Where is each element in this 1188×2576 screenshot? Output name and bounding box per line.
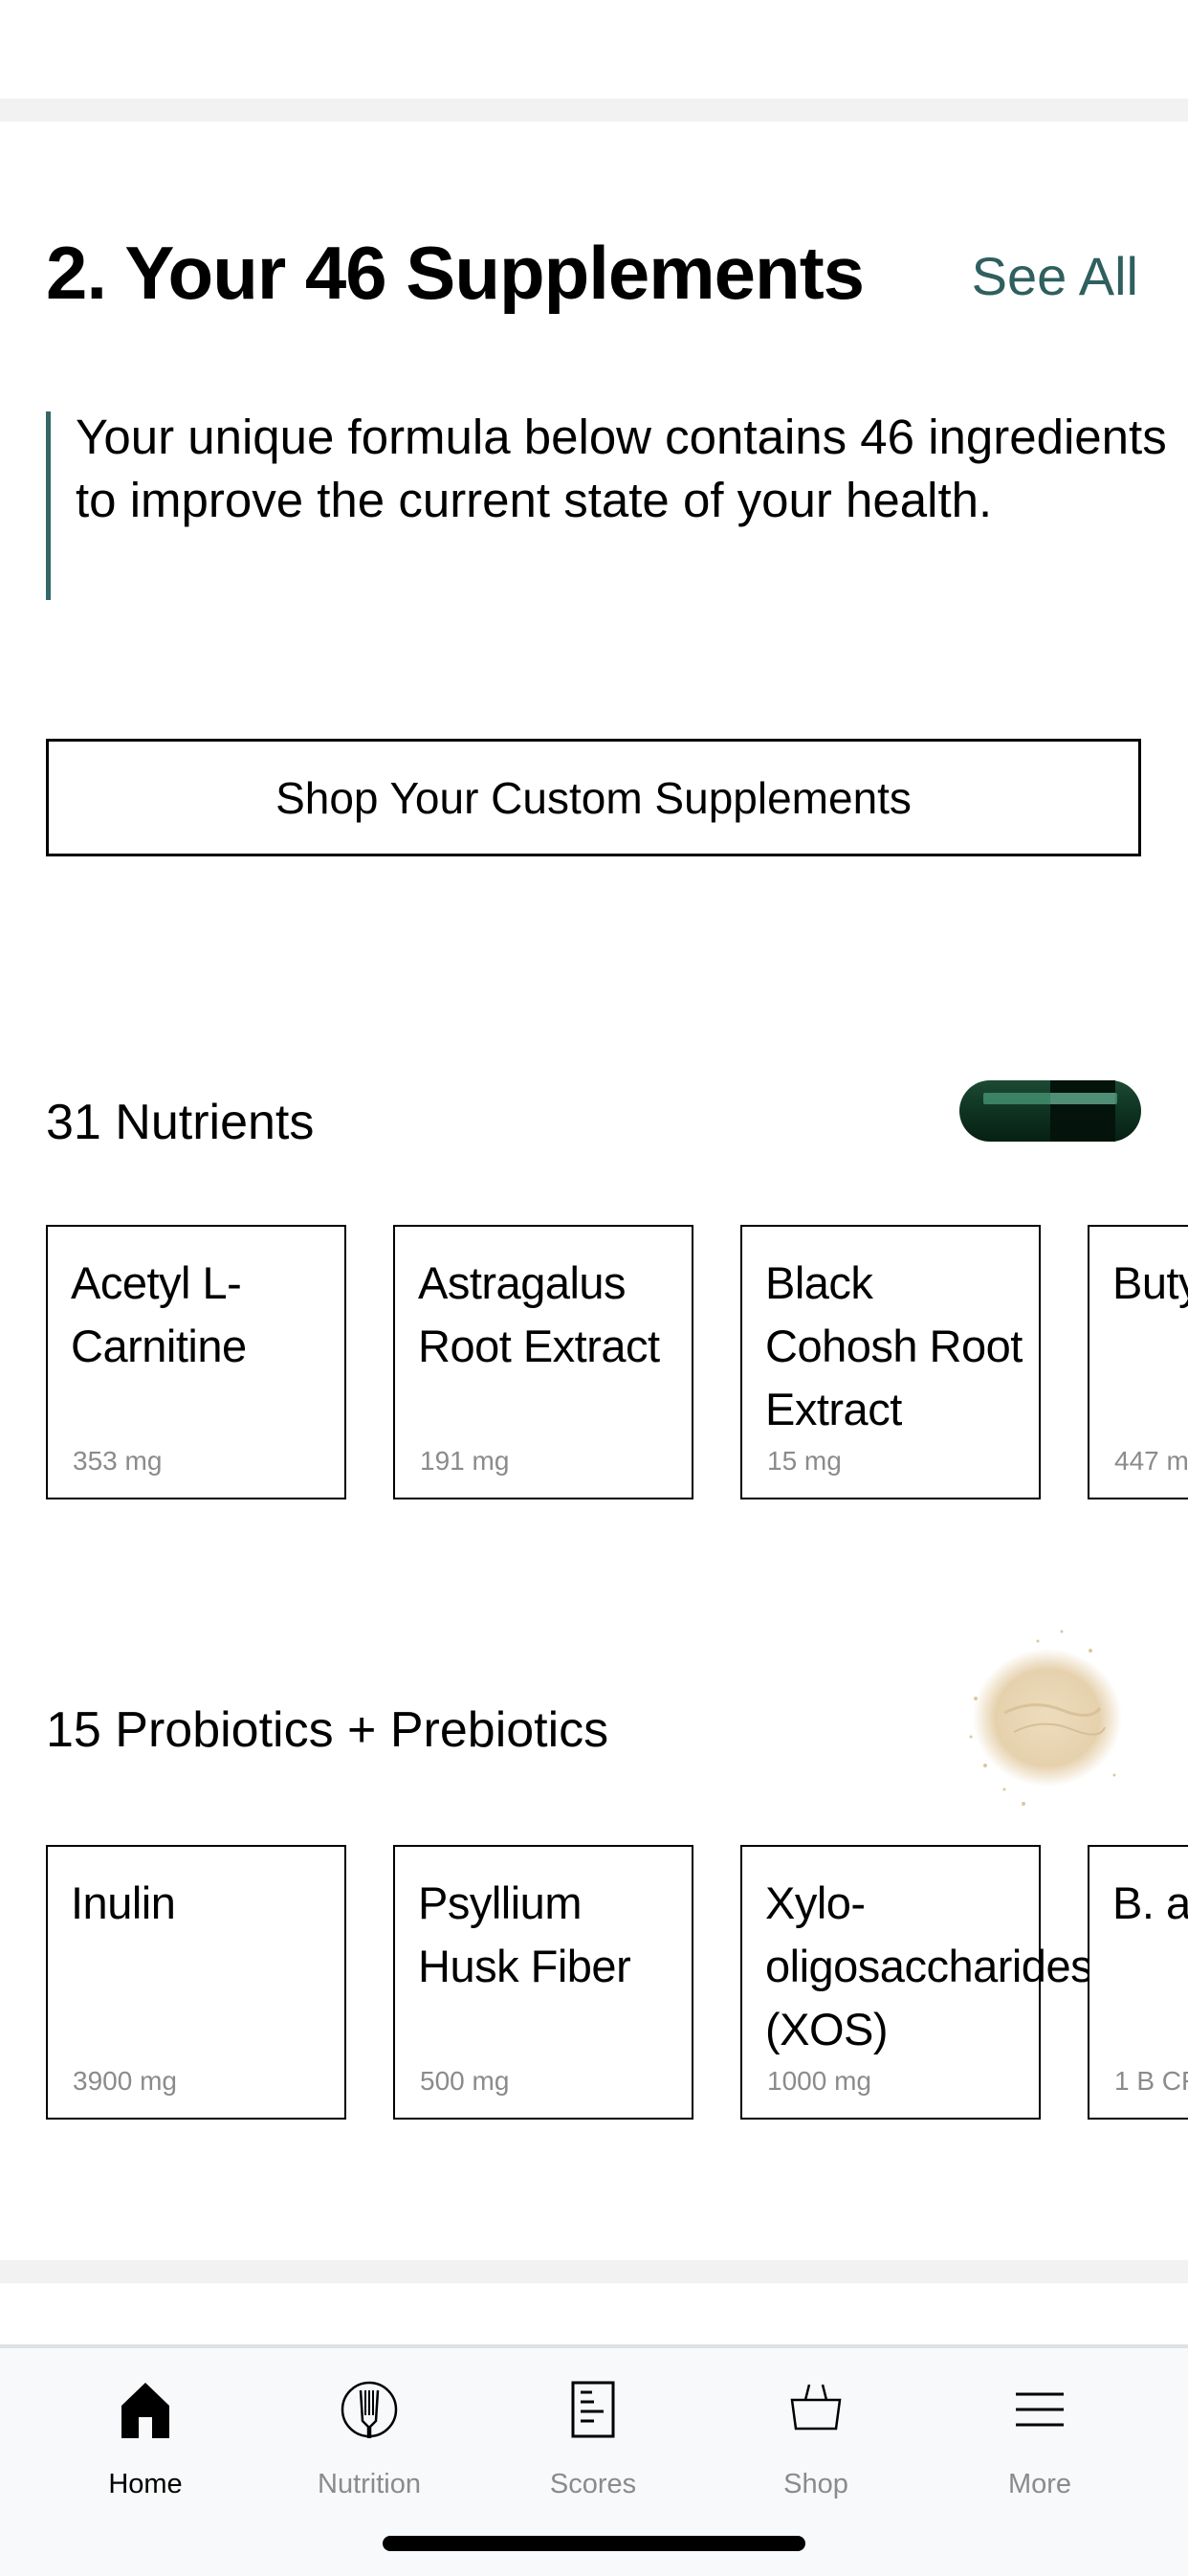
probiotics-title: 15 Probiotics + Prebiotics xyxy=(46,1702,609,1758)
probiotic-card[interactable]: Xylo-oligosaccharides (XOS) 1000 mg xyxy=(740,1845,1093,2120)
probiotic-dose: 1000 mg xyxy=(767,2066,871,2096)
basket-icon xyxy=(790,2384,842,2431)
document-icon xyxy=(571,2381,615,2438)
probiotic-dose: 1 B CF xyxy=(1114,2066,1188,2096)
nutrient-dose: 447 m xyxy=(1114,1446,1188,1476)
tab-home[interactable]: Home xyxy=(50,2377,241,2499)
fork-plate-icon xyxy=(341,2381,398,2438)
section-divider xyxy=(0,99,1188,122)
tab-nutrition-label: Nutrition xyxy=(318,2469,421,2499)
tab-shop-label: Shop xyxy=(783,2469,848,2499)
nutrients-title: 31 Nutrients xyxy=(46,1095,315,1150)
probiotics-carousel[interactable]: Inulin 3900 mg Psyllium Husk Fiber 500 m… xyxy=(0,1845,1188,2122)
nutrient-dose: 353 mg xyxy=(73,1446,163,1476)
nutrients-carousel[interactable]: Acetyl L-Carnitine 353 mg Astragalus Roo… xyxy=(0,1225,1188,1502)
formula-description-text: Your unique formula below contains 46 in… xyxy=(76,410,1167,527)
formula-description: Your unique formula below contains 46 in… xyxy=(46,410,1170,600)
probiotic-name: B. a ssp B42 xyxy=(1112,1877,1188,1928)
probiotic-card[interactable]: B. a ssp B42 1 B CF xyxy=(1088,1845,1188,2120)
probiotic-name: Psyllium Husk Fiber xyxy=(418,1877,631,1991)
probiotic-name: Inulin xyxy=(71,1877,176,1928)
menu-icon xyxy=(1016,2392,1064,2427)
tab-scores-label: Scores xyxy=(549,2469,637,2499)
nutrient-card[interactable]: Buty 447 m xyxy=(1088,1225,1188,1499)
probiotic-card[interactable]: Inulin 3900 mg xyxy=(46,1845,346,2120)
tab-more-label: More xyxy=(1007,2469,1072,2499)
nutrient-dose: 15 mg xyxy=(767,1446,842,1476)
nutrient-name: Buty xyxy=(1112,1257,1188,1308)
nutrient-card[interactable]: Black Cohosh Root Extract 15 mg xyxy=(740,1225,1041,1499)
nutrient-card[interactable]: Astragalus Root Extract 191 mg xyxy=(393,1225,693,1499)
section-title: 2. Your 46 Supplements xyxy=(46,231,865,315)
home-icon xyxy=(121,2383,169,2438)
tab-more[interactable]: More xyxy=(944,2377,1135,2499)
capsule-image xyxy=(959,1080,1141,1142)
tab-shop[interactable]: Shop xyxy=(720,2377,912,2499)
nutrient-dose: 191 mg xyxy=(420,1446,510,1476)
shop-custom-supplements-label: Shop Your Custom Supplements xyxy=(275,772,912,823)
tab-scores[interactable]: Scores xyxy=(497,2377,689,2499)
nutrient-name: Black Cohosh Root Extract xyxy=(765,1257,1023,1434)
section-divider xyxy=(0,2260,1188,2283)
see-all-link[interactable]: See All xyxy=(972,245,1138,307)
probiotic-dose: 3900 mg xyxy=(73,2066,177,2096)
probiotic-card[interactable]: Psyllium Husk Fiber 500 mg xyxy=(393,1845,693,2120)
nutrient-card[interactable]: Acetyl L-Carnitine 353 mg xyxy=(46,1225,346,1499)
powder-image xyxy=(969,1630,1122,1806)
home-indicator xyxy=(383,2536,805,2551)
tab-home-label: Home xyxy=(108,2469,183,2499)
nutrient-name: Astragalus Root Extract xyxy=(418,1257,660,1371)
probiotic-name: Xylo-oligosaccharides (XOS) xyxy=(765,1877,1093,2054)
shop-custom-supplements-button[interactable]: Shop Your Custom Supplements xyxy=(46,739,1141,856)
probiotic-dose: 500 mg xyxy=(420,2066,510,2096)
nutrient-name: Acetyl L-Carnitine xyxy=(71,1257,247,1371)
tab-nutrition[interactable]: Nutrition xyxy=(274,2377,465,2499)
